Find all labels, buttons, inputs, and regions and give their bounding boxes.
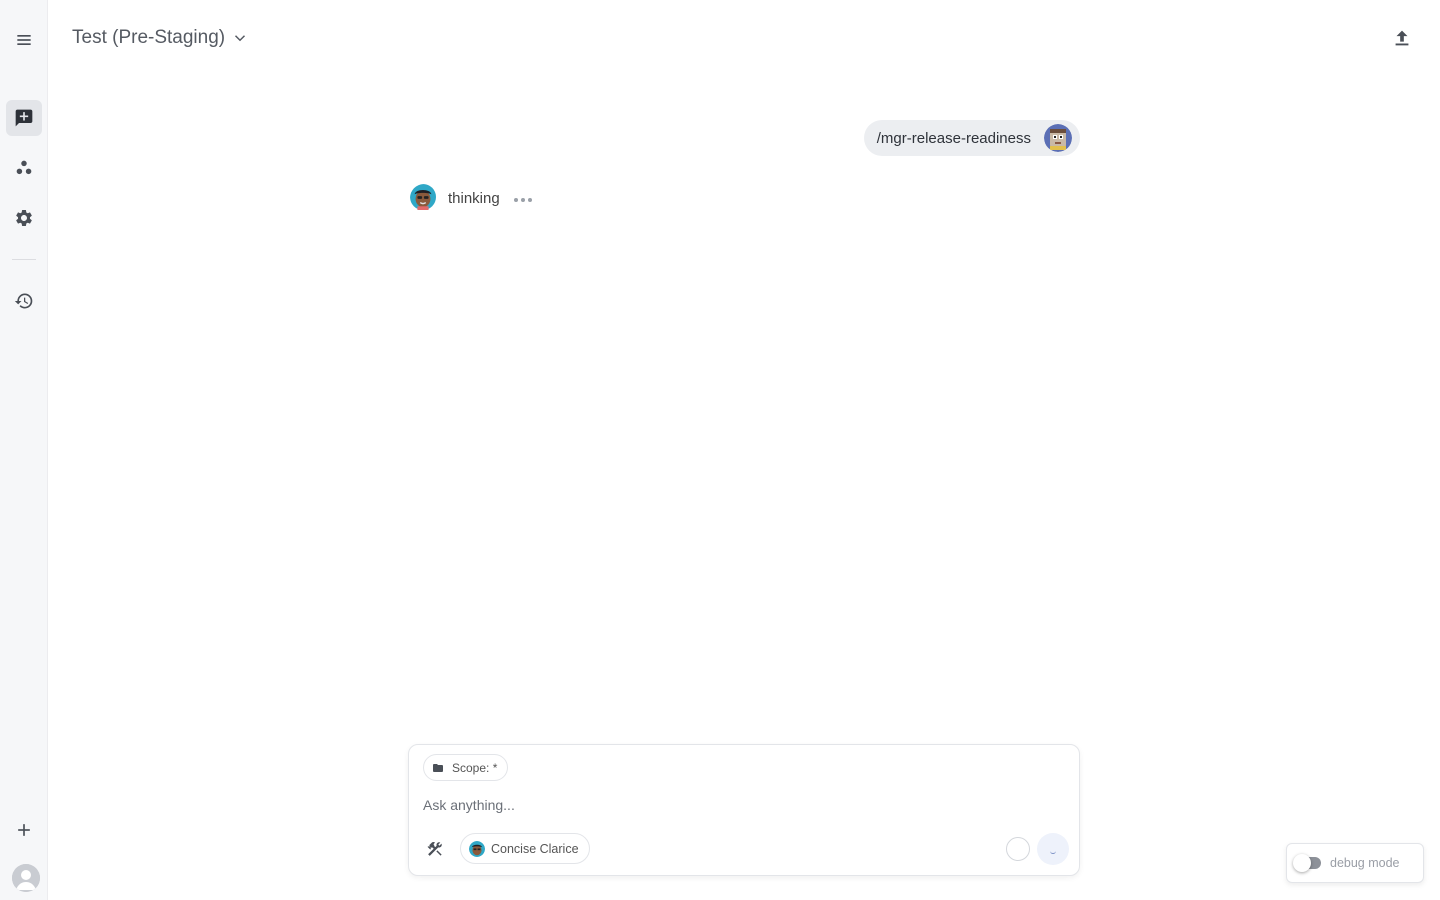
persona-selector[interactable]: Concise Clarice — [460, 833, 590, 864]
export-button[interactable] — [1388, 24, 1416, 52]
sidebar — [0, 0, 48, 900]
new-chat-button[interactable] — [6, 100, 42, 136]
voice-button[interactable] — [1006, 837, 1030, 861]
scope-label: Scope: * — [452, 760, 498, 775]
upload-icon — [1395, 30, 1409, 46]
assistant-message: thinking — [410, 184, 532, 212]
agents-icon — [16, 160, 32, 175]
chevron-down-icon — [235, 35, 246, 42]
send-button[interactable] — [1037, 833, 1069, 865]
tools-icon — [427, 841, 442, 856]
history-icon — [14, 293, 33, 309]
send-spinner-icon — [1050, 851, 1056, 854]
composer: Scope: * Concise Clarice — [408, 744, 1080, 876]
settings-button[interactable] — [6, 200, 42, 236]
ask-input[interactable] — [423, 793, 1063, 817]
robot-avatar-icon — [1044, 124, 1072, 152]
gear-icon — [16, 210, 32, 226]
persona-avatar-icon — [469, 840, 485, 857]
user-message-avatar — [1044, 124, 1072, 152]
folder-icon — [433, 763, 443, 772]
debug-mode-panel: debug mode — [1286, 843, 1424, 883]
debug-mode-label: debug mode — [1330, 856, 1400, 870]
sidebar-divider — [12, 259, 36, 260]
add-button[interactable] — [6, 812, 42, 848]
workspace-selector[interactable]: Test (Pre-Staging) — [72, 24, 249, 52]
thinking-status: thinking — [448, 189, 500, 207]
agents-button[interactable] — [6, 150, 42, 186]
debug-mode-toggle[interactable] — [1293, 854, 1321, 872]
user-avatar[interactable] — [12, 864, 40, 892]
menu-icon — [17, 35, 31, 45]
tools-button[interactable] — [423, 837, 447, 861]
typing-indicator — [513, 198, 532, 202]
persona-name: Concise Clarice — [491, 841, 579, 856]
persona-avatar — [469, 840, 485, 857]
scope-chip[interactable]: Scope: * — [423, 754, 509, 781]
user-message-bubble: /mgr-release-readiness — [863, 120, 1080, 156]
assistant-avatar-icon — [410, 184, 436, 210]
user-message-text: /mgr-release-readiness — [876, 129, 1031, 147]
assistant-avatar — [410, 184, 438, 212]
new-chat-icon — [15, 109, 33, 127]
user-avatar-icon — [12, 864, 40, 892]
history-button[interactable] — [6, 283, 42, 319]
page-title: Test (Pre-Staging) — [72, 27, 226, 48]
add-icon — [18, 824, 30, 836]
menu-button[interactable] — [6, 22, 42, 58]
